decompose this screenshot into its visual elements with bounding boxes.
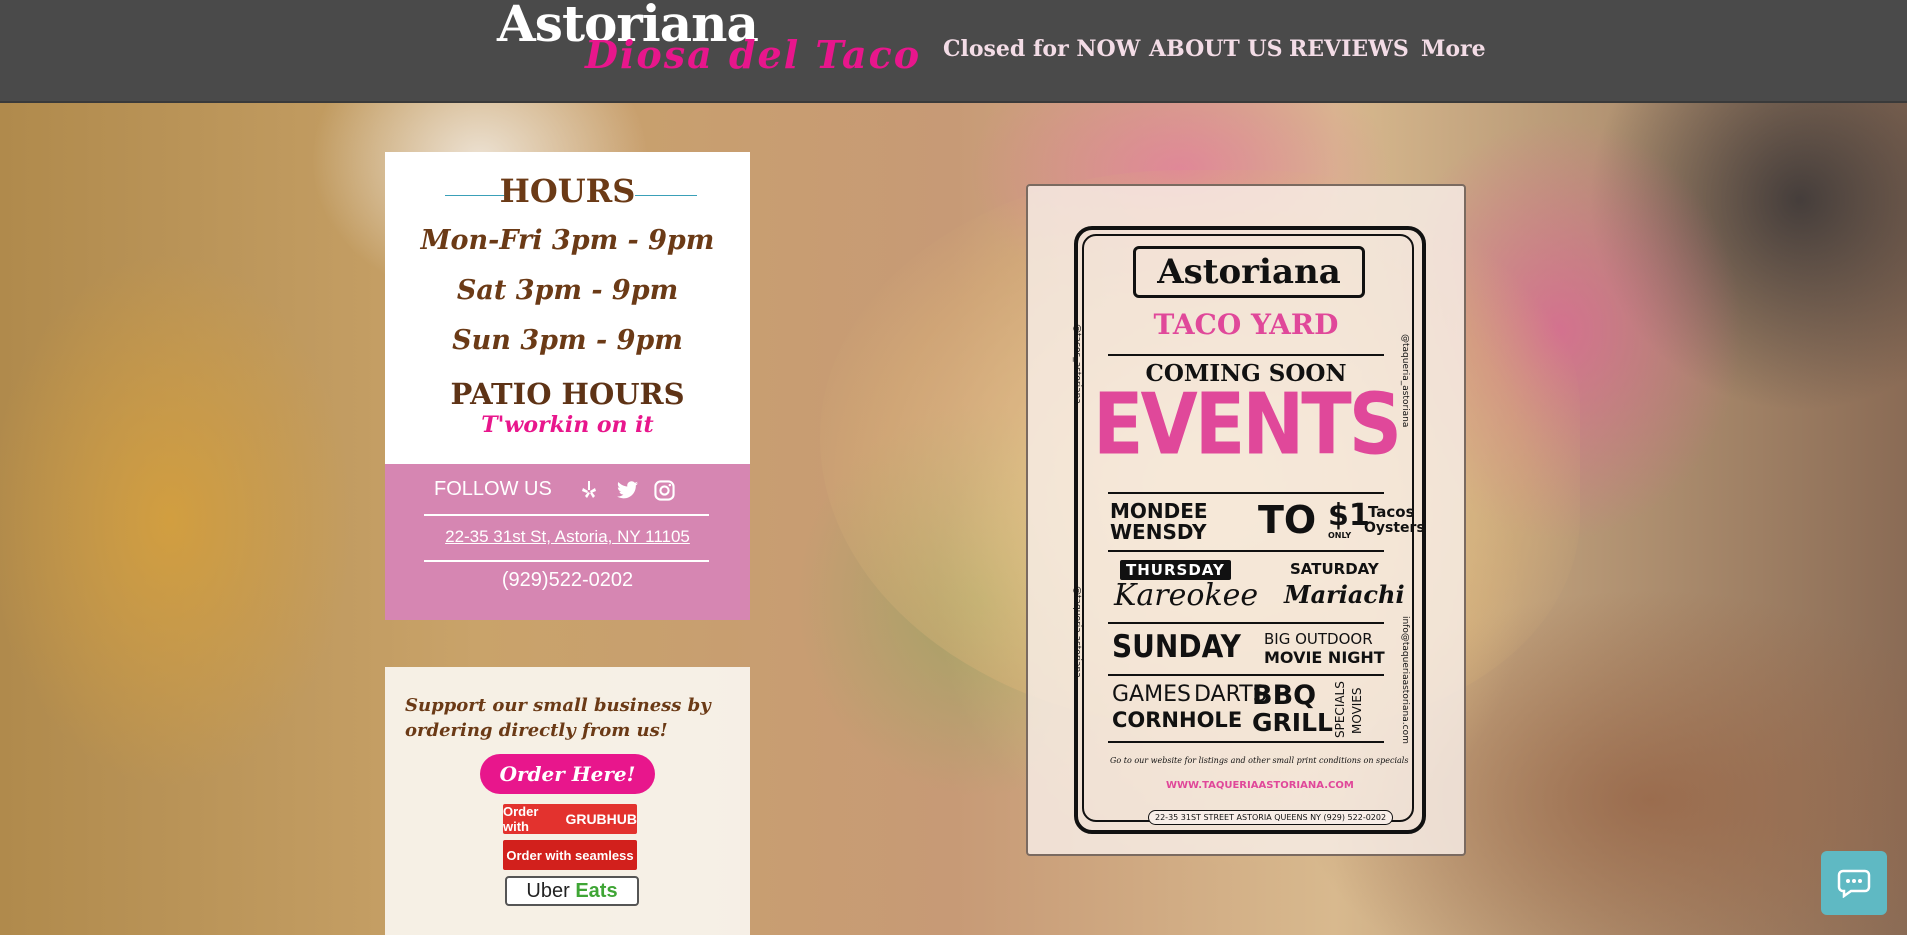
poster-side-handle-1: @tacos_astoriana xyxy=(1072,324,1082,404)
address-link[interactable]: 22-35 31st St, Astoria, NY 11105 xyxy=(385,527,750,547)
poster-divider xyxy=(1108,492,1384,494)
hours-saturday: Sat 3pm - 9pm xyxy=(456,275,679,306)
hours-weekday: Mon-Fri 3pm - 9pm xyxy=(420,225,715,256)
poster-fine-print: Go to our website for listings and other… xyxy=(1110,756,1409,765)
hero-background-image xyxy=(0,0,1907,935)
hours-sunday: Sun 3pm - 9pm xyxy=(452,325,683,356)
poster-bbq: BBQ xyxy=(1252,680,1317,711)
poster-cornhole: CORNHOLE xyxy=(1112,708,1243,732)
nav-about-us[interactable]: ABOUT US xyxy=(1149,36,1283,62)
poster-mariachi: Mariachi xyxy=(1284,580,1405,609)
uber-text: Uber xyxy=(526,879,570,902)
poster-big-outdoor: BIG OUTDOOR xyxy=(1264,630,1373,648)
grubhub-brand: GRUBHUB xyxy=(565,811,637,827)
seamless-brand: seamless xyxy=(575,847,634,863)
poster-thursday: THURSDAY xyxy=(1120,560,1231,580)
instagram-icon[interactable] xyxy=(653,479,675,501)
poster-divider xyxy=(1108,674,1384,676)
patio-hours-note: T'workin on it xyxy=(481,412,654,438)
poster-side-email: info@taqueriaastoriana.com xyxy=(1400,616,1410,744)
poster-tacos: Tacos xyxy=(1368,503,1415,521)
patio-hours-title: PATIO HOURS xyxy=(450,377,685,411)
hours-card: HOURS Mon-Fri 3pm - 9pm Sat 3pm - 9pm Su… xyxy=(385,152,750,464)
follow-divider-top xyxy=(424,514,709,516)
twitter-icon[interactable] xyxy=(616,479,638,501)
events-poster[interactable]: Astoriana TACO YARD COMING SOON EVENTS M… xyxy=(1026,184,1466,856)
eats-text: Eats xyxy=(575,879,618,902)
poster-tacos-number: TO xyxy=(1258,498,1317,542)
order-here-button[interactable]: Order Here! xyxy=(480,754,655,794)
order-card: Support our small business by ordering d… xyxy=(385,667,750,935)
support-message: Support our small business by ordering d… xyxy=(405,695,711,741)
poster-grill: GRILL xyxy=(1252,708,1333,737)
poster-kareokee: Kareokee xyxy=(1114,578,1259,613)
poster-side-handle-3: @taqueria_astoriana xyxy=(1400,334,1410,428)
follow-us-card: FOLLOW US 22-35 31st St, Astoria, NY 111… xyxy=(385,464,750,620)
poster-games: GAMES xyxy=(1112,682,1191,707)
uber-eats-order-button[interactable]: Uber Eats xyxy=(505,876,639,906)
poster-wensdy: WENSDY xyxy=(1110,520,1207,544)
chat-icon xyxy=(1837,869,1871,898)
nav-reviews[interactable]: REVIEWS xyxy=(1289,36,1409,62)
poster-movies: MOVIES xyxy=(1350,687,1364,734)
nav-more[interactable]: More xyxy=(1421,36,1486,62)
yelp-icon[interactable] xyxy=(578,479,600,501)
nav-closed-for-now[interactable]: Closed for NOW xyxy=(943,36,1140,62)
poster-divider xyxy=(1108,741,1384,743)
poster-events: EVENTS xyxy=(1092,375,1402,475)
poster-title: Astoriana xyxy=(1133,246,1365,298)
seamless-order-button[interactable]: Order with seamless xyxy=(503,840,637,870)
site-header: Astoriana Diosa del Taco Closed for NOW … xyxy=(0,0,1907,103)
follow-divider-bottom xyxy=(424,560,709,562)
poster-address: 22-35 31ST STREET ASTORIA QUEENS NY (929… xyxy=(1148,810,1394,825)
grubhub-prefix: Order with xyxy=(503,804,539,834)
poster-divider xyxy=(1108,550,1384,552)
poster-saturday: SATURDAY xyxy=(1290,560,1379,578)
poster-side-handle-2: @taqueria.astoriana xyxy=(1072,586,1082,678)
follow-us-label: FOLLOW US xyxy=(434,478,552,500)
poster-divider xyxy=(1108,622,1384,624)
seamless-prefix: Order with xyxy=(506,847,572,863)
poster-sunday: SUNDAY xyxy=(1112,628,1241,665)
poster-divider xyxy=(1108,354,1384,356)
poster-taco-yard: TACO YARD xyxy=(1153,308,1339,341)
poster-only: ONLY xyxy=(1328,531,1352,540)
chat-button[interactable] xyxy=(1821,851,1887,915)
poster-specials: SPECIALS xyxy=(1333,681,1347,738)
phone-number[interactable]: (929)522-0202 xyxy=(385,569,750,592)
poster-oysters: Oysters xyxy=(1364,520,1425,536)
grubhub-order-button[interactable]: Order with GRUBHUB xyxy=(503,804,637,834)
brand-tagline[interactable]: Diosa del Taco xyxy=(585,32,921,77)
hours-title: HOURS xyxy=(499,172,636,210)
poster-website: WWW.TAQUERIAASTORIANA.COM xyxy=(1166,780,1354,791)
poster-movie-night: MOVIE NIGHT xyxy=(1264,648,1385,667)
